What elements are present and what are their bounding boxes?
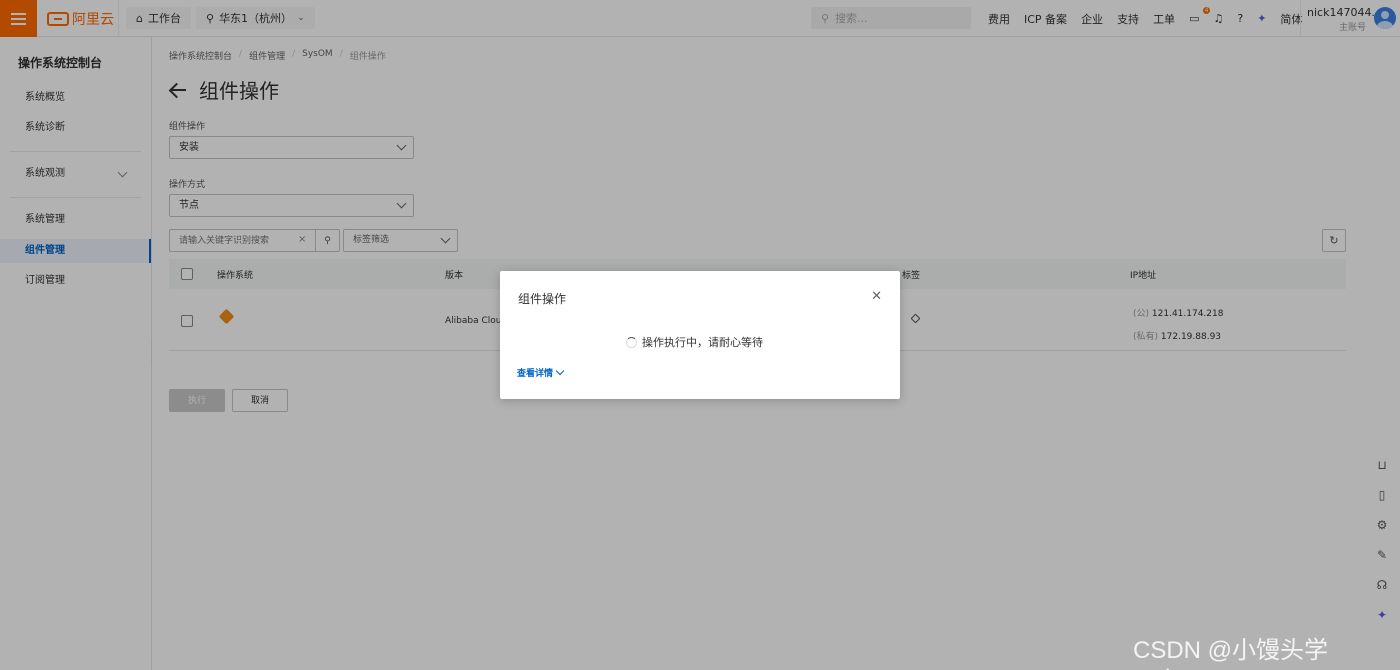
view-details-link[interactable]: 查看详情 <box>517 366 565 379</box>
component-operation-dialog: 组件操作 ✕ 操作执行中，请耐心等待 查看详情 <box>500 271 900 399</box>
dialog-message: 操作执行中，请耐心等待 <box>626 334 763 350</box>
dialog-title: 组件操作 <box>518 292 567 306</box>
watermark: CSDN @小馒头学python <box>1133 637 1329 670</box>
loading-spinner-icon <box>626 336 637 348</box>
close-icon[interactable]: ✕ <box>871 289 882 304</box>
dialog-message-text: 操作执行中，请耐心等待 <box>642 336 763 349</box>
chevron-down-icon <box>555 366 565 376</box>
view-details-label: 查看详情 <box>517 369 554 379</box>
